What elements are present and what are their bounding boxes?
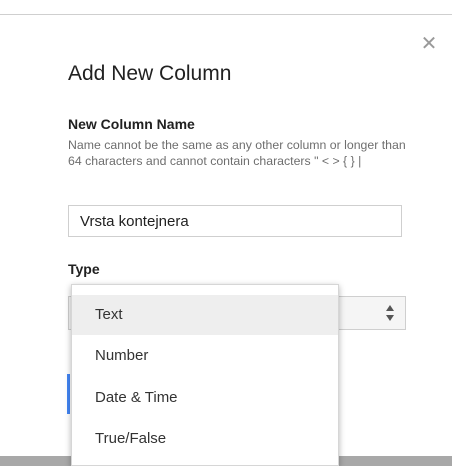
type-option-date-time[interactable]: Date & Time: [72, 378, 338, 418]
type-label: Type: [68, 261, 100, 277]
type-option-text[interactable]: Text: [72, 295, 338, 335]
focus-indicator-bar: [67, 374, 70, 414]
column-name-label: New Column Name: [68, 116, 195, 132]
column-name-input[interactable]: [68, 205, 402, 237]
column-name-help-text: Name cannot be the same as any other col…: [68, 138, 406, 168]
page: ✕ Add New Column New Column Name Name ca…: [0, 0, 452, 466]
type-dropdown-menu: Text Number Date & Time True/False: [71, 284, 339, 466]
close-icon[interactable]: ✕: [418, 33, 440, 55]
dialog-title: Add New Column: [68, 62, 232, 85]
type-option-true-false[interactable]: True/False: [72, 419, 338, 459]
type-option-number[interactable]: Number: [72, 336, 338, 376]
up-down-arrows-icon: [386, 305, 394, 321]
